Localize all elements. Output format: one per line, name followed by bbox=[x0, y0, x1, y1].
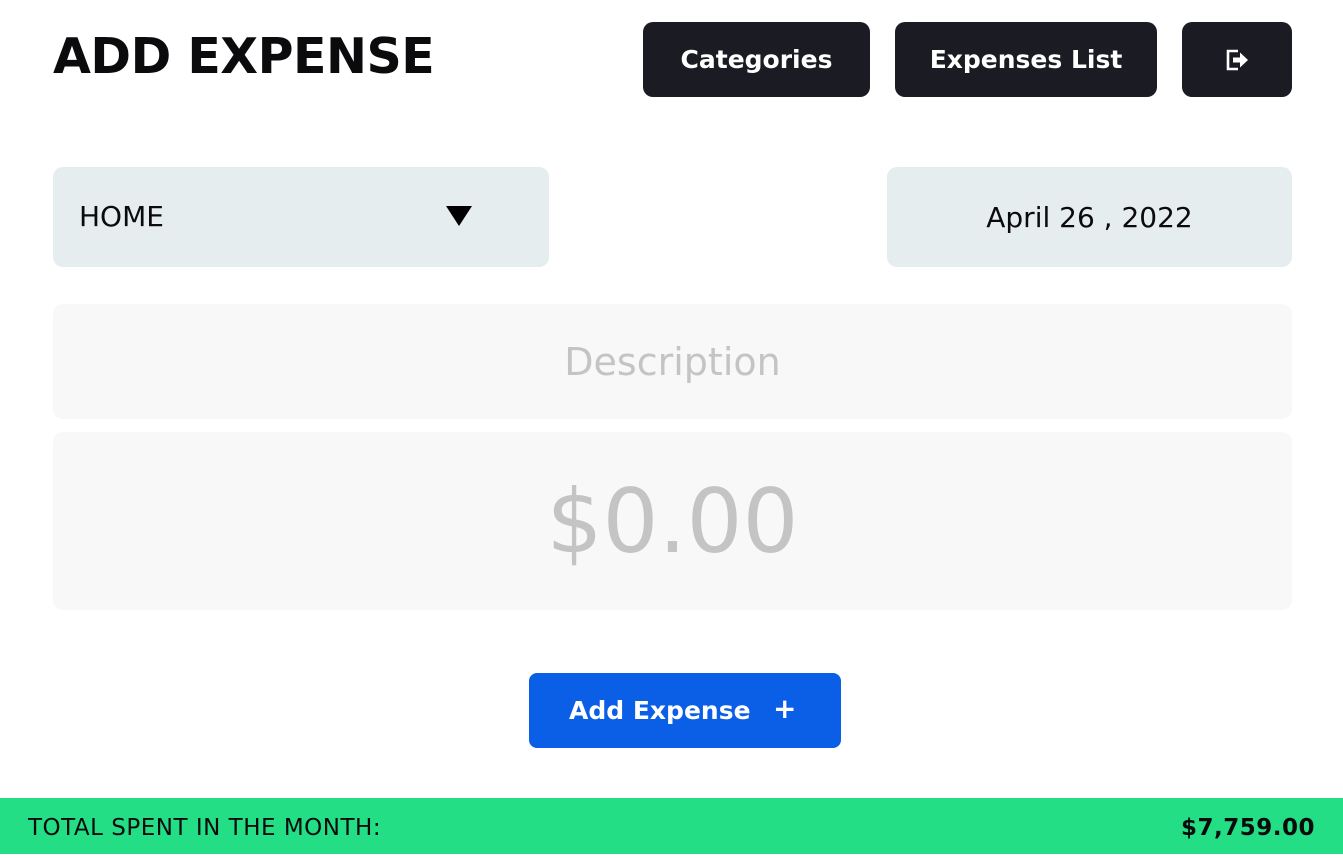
add-expense-button[interactable]: Add Expense + bbox=[529, 673, 841, 748]
page-title: ADD EXPENSE bbox=[53, 28, 435, 85]
date-picker[interactable]: April 26 , 2022 bbox=[887, 167, 1292, 267]
logout-button[interactable] bbox=[1182, 22, 1292, 97]
expenses-list-button[interactable]: Expenses List bbox=[895, 22, 1157, 97]
monthly-total-value: $7,759.00 bbox=[1181, 815, 1315, 841]
dropdown-caret-icon bbox=[446, 206, 472, 226]
monthly-total-label: TOTAL SPENT IN THE MONTH: bbox=[28, 815, 382, 841]
monthly-total-bar: TOTAL SPENT IN THE MONTH: $7,759.00 bbox=[0, 798, 1343, 854]
description-input[interactable] bbox=[53, 304, 1292, 419]
amount-input[interactable] bbox=[53, 432, 1292, 610]
category-select[interactable]: HOME bbox=[53, 167, 549, 267]
category-select-value: HOME bbox=[79, 200, 164, 233]
categories-button[interactable]: Categories bbox=[643, 22, 870, 97]
logout-icon bbox=[1226, 49, 1248, 70]
plus-icon: + bbox=[773, 692, 797, 725]
add-expense-label: Add Expense bbox=[569, 696, 751, 725]
